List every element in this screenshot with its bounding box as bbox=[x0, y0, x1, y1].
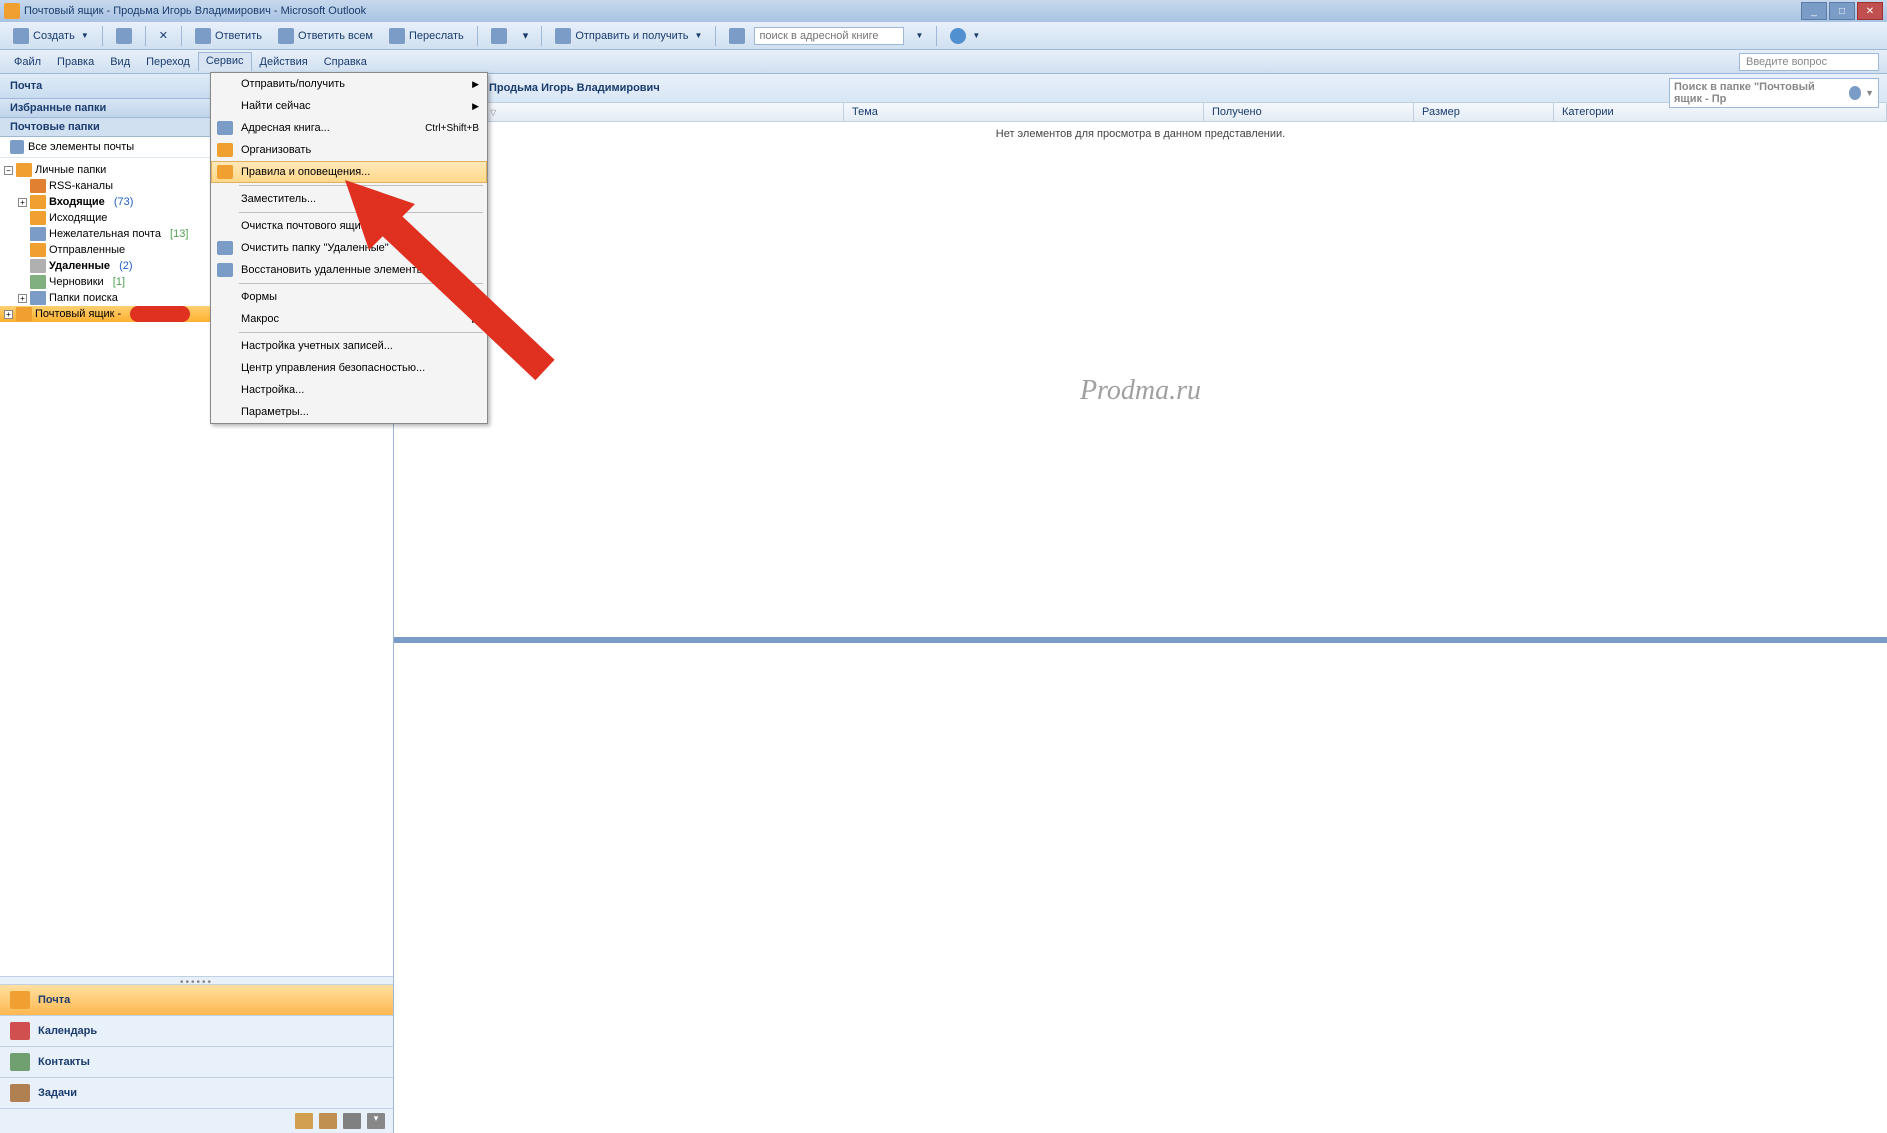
col-from[interactable]: т ▽ bbox=[474, 103, 844, 121]
menu-recover-deleted[interactable]: Восстановить удаленные элементы... bbox=[211, 259, 487, 281]
menu-find-now[interactable]: Найти сейчас▶ bbox=[211, 95, 487, 117]
menu-forms[interactable]: Формы▶ bbox=[211, 286, 487, 308]
nav-buttons: Почта Календарь Контакты Задачи ▾ bbox=[0, 984, 393, 1133]
menu-address-book[interactable]: Адресная книга...Ctrl+Shift+B bbox=[211, 117, 487, 139]
menu-view[interactable]: Вид bbox=[102, 53, 138, 71]
nav-mail[interactable]: Почта bbox=[0, 984, 393, 1015]
minimize-button[interactable]: _ bbox=[1801, 2, 1827, 20]
menu-send-receive[interactable]: Отправить/получить▶ bbox=[211, 73, 487, 95]
tools-menu-dropdown: Отправить/получить▶ Найти сейчас▶ Адресн… bbox=[210, 72, 488, 424]
nav-contacts[interactable]: Контакты bbox=[0, 1046, 393, 1077]
menu-actions[interactable]: Действия bbox=[252, 53, 316, 71]
nav-configure-button[interactable]: ▾ bbox=[367, 1113, 385, 1129]
print-button[interactable] bbox=[109, 25, 139, 47]
menu-organize[interactable]: Организовать bbox=[211, 139, 487, 161]
column-headers: ! т ▽ Тема Получено Размер Категории bbox=[394, 103, 1887, 122]
maximize-button[interactable]: □ bbox=[1829, 2, 1855, 20]
menu-edit[interactable]: Правка bbox=[49, 53, 102, 71]
nav-shortcut-notes[interactable] bbox=[295, 1113, 313, 1129]
nav-calendar[interactable]: Календарь bbox=[0, 1015, 393, 1046]
search-icon bbox=[10, 140, 24, 154]
menu-trust-center[interactable]: Центр управления безопасностью... bbox=[211, 357, 487, 379]
nav-tasks[interactable]: Задачи bbox=[0, 1077, 393, 1108]
search-icon bbox=[1849, 86, 1861, 100]
help-question-input[interactable]: Введите вопрос bbox=[1739, 53, 1879, 71]
addressbook-icon[interactable] bbox=[722, 25, 752, 47]
address-search-input[interactable] bbox=[754, 27, 904, 45]
menu-deputy[interactable]: Заместитель... bbox=[211, 188, 487, 210]
menu-bar: Файл Правка Вид Переход Сервис Действия … bbox=[0, 50, 1887, 74]
col-subject[interactable]: Тема bbox=[844, 103, 1204, 121]
menu-help[interactable]: Справка bbox=[316, 53, 375, 71]
window-title: Почтовый ящик - Продьма Игорь Владимиров… bbox=[24, 5, 366, 17]
nav-shortcut-shortcuts[interactable] bbox=[343, 1113, 361, 1129]
app-icon bbox=[4, 3, 20, 19]
reply-all-button[interactable]: Ответить всем bbox=[271, 25, 380, 47]
new-button[interactable]: Создать▼ bbox=[6, 25, 96, 47]
help-button[interactable]: ▼ bbox=[943, 25, 987, 47]
folder-search-input[interactable]: Поиск в папке "Почтовый ящик - Пр ▼ bbox=[1669, 78, 1879, 108]
nav-shortcut-folders[interactable] bbox=[319, 1113, 337, 1129]
watermark: Prodma.ru bbox=[394, 146, 1887, 637]
mail-view-header: ый ящик - Продьма Игорь Владимирович Пои… bbox=[394, 74, 1887, 103]
send-receive-button[interactable]: Отправить и получить▼ bbox=[548, 25, 709, 47]
toolbar: Создать▼ ✕ Ответить Ответить всем Пересл… bbox=[0, 22, 1887, 50]
mail-list-empty: Нет элементов для просмотра в данном пре… bbox=[394, 122, 1887, 146]
menu-rules-alerts[interactable]: Правила и оповещения... bbox=[211, 161, 487, 183]
mail-view: ый ящик - Продьма Игорь Владимирович Пои… bbox=[394, 74, 1887, 1133]
search-dropdown[interactable]: ▼ bbox=[906, 28, 930, 43]
forward-button[interactable]: Переслать bbox=[382, 25, 471, 47]
delete-button[interactable]: ✕ bbox=[152, 26, 175, 45]
menu-file[interactable]: Файл bbox=[6, 53, 49, 71]
menu-goto[interactable]: Переход bbox=[138, 53, 198, 71]
flag-button[interactable]: ▾ bbox=[516, 26, 536, 45]
pane-resize-handle[interactable]: •••••• bbox=[0, 976, 393, 984]
menu-tools[interactable]: Сервис bbox=[198, 52, 252, 71]
close-button[interactable]: ✕ bbox=[1857, 2, 1883, 20]
menu-empty-deleted[interactable]: Очистить папку "Удаленные" bbox=[211, 237, 487, 259]
categorize-button[interactable] bbox=[484, 25, 514, 47]
col-size[interactable]: Размер bbox=[1414, 103, 1554, 121]
annotation-red-oval bbox=[130, 306, 190, 322]
reply-button[interactable]: Ответить bbox=[188, 25, 269, 47]
title-bar: Почтовый ящик - Продьма Игорь Владимиров… bbox=[0, 0, 1887, 22]
menu-macro[interactable]: Макрос▶ bbox=[211, 308, 487, 330]
menu-account-settings[interactable]: Настройка учетных записей... bbox=[211, 335, 487, 357]
col-received[interactable]: Получено bbox=[1204, 103, 1414, 121]
menu-options[interactable]: Параметры... bbox=[211, 401, 487, 423]
preview-pane bbox=[394, 643, 1887, 1133]
menu-customize[interactable]: Настройка... bbox=[211, 379, 487, 401]
menu-mailbox-cleanup[interactable]: Очистка почтового ящика... bbox=[211, 215, 487, 237]
